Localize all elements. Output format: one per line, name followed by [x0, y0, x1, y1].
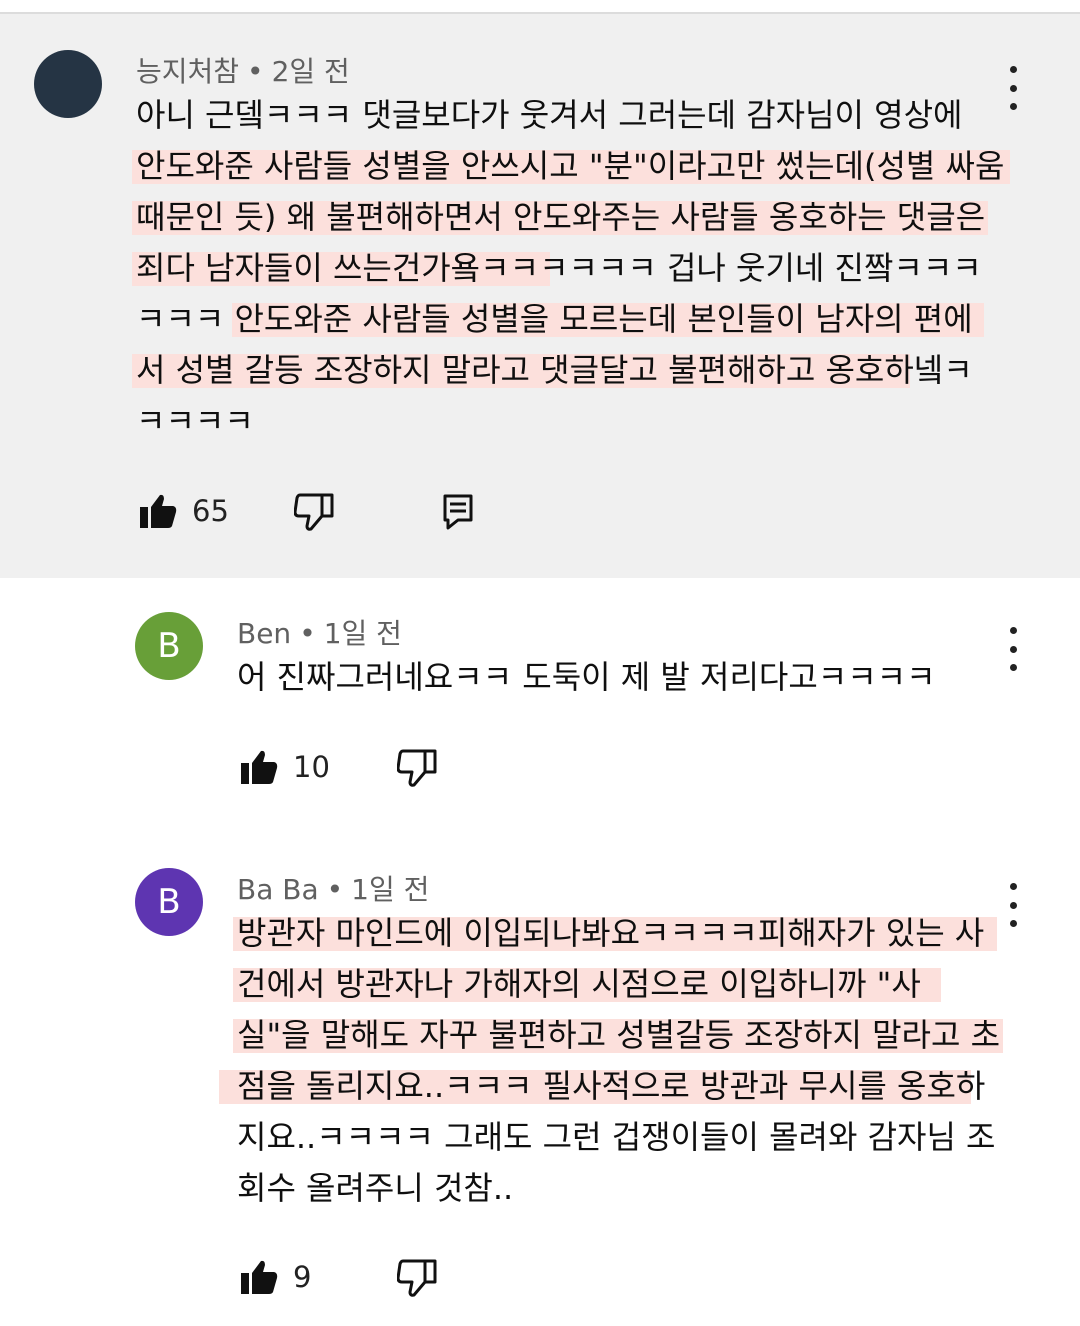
like-count: 65 [192, 494, 229, 528]
comment-line: ㅋㅋㅋㅋ [136, 402, 254, 440]
like-icon[interactable] [239, 1258, 279, 1298]
comment-text: 어 진짜그러네요ㅋㅋ 도둑이 제 발 저리다고ㅋㅋㅋㅋ [237, 652, 936, 703]
dislike-icon[interactable] [397, 1258, 437, 1298]
separator-dot: • [299, 617, 316, 650]
comment-line: 지요..ㅋㅋㅋㅋ 그래도 그런 겁쟁이들이 몰려와 감자님 조 [237, 1118, 996, 1156]
like-icon[interactable] [138, 492, 178, 532]
comment-line: 죄다 남자들이 쓰는건가욬ㅋㅋㅋㅋㅋㅋ 겁나 웃기네 진짴ㅋㅋㅋ [132, 243, 1004, 294]
comment-line: 방관자 마인드에 이입되나봐요ㅋㅋㅋㅋ피해자가 있는 사 [233, 908, 1000, 959]
avatar[interactable]: B [135, 868, 203, 936]
comment-line: ㅋㅋㅋ 안도와준 사람들 성별을 모르는데 본인들이 남자의 편에 [136, 294, 1004, 345]
avatar[interactable] [34, 50, 102, 118]
like-count: 9 [293, 1260, 312, 1294]
comment-line: 안도와준 사람들 성별을 안쓰시고 "분"이라고만 썼는데(성별 싸움 [132, 141, 1010, 192]
author-name[interactable]: Ba Ba [237, 873, 319, 906]
comment-line: 아니 근뎈ㅋㅋㅋ 댓글보다가 웃겨서 그러는데 감자님이 영상에 [136, 96, 963, 134]
like-count: 10 [293, 750, 330, 784]
comment-text: 방관자 마인드에 이입되나봐요ㅋㅋㅋㅋ피해자가 있는 사 건에서 방관자나 가해… [219, 908, 1003, 1214]
author-name[interactable]: Ben [237, 617, 291, 650]
separator-dot: • [247, 55, 264, 88]
comment-line: 회수 올려주니 것참.. [237, 1169, 514, 1207]
timestamp[interactable]: 1일 전 [351, 873, 429, 906]
comment-actions: 9 [237, 1258, 537, 1298]
comment-line: 점을 돌리지요..ㅋㅋㅋ 필사적으로 방관과 무시를 옹호하 [219, 1061, 1000, 1112]
comment-actions: 65 [136, 492, 536, 532]
comment-line: 때문인 듯) 왜 불편해하면서 안도와주는 사람들 옹호하는 댓글은 [132, 192, 1004, 243]
comment-line: 실"을 말해도 자꾸 불편하고 성별갈등 조장하지 말라고 초 [233, 1010, 1003, 1061]
like-icon[interactable] [239, 748, 279, 788]
comment-line: 어 진짜그러네요ㅋㅋ 도둑이 제 발 저리다고ㅋㅋㅋㅋ [237, 658, 936, 696]
author-name[interactable]: 능지처참 [136, 55, 239, 88]
comment-line: 서 성별 갈등 조장하지 말라고 댓글달고 불편해하고 옹호하넼ㅋ [132, 345, 1004, 396]
reply-icon[interactable] [438, 492, 478, 532]
timestamp[interactable]: 1일 전 [324, 617, 402, 650]
comment-line: 건에서 방관자나 가해자의 시점으로 이입하니까 "사 [233, 959, 1000, 1010]
comment-actions: 10 [237, 748, 537, 788]
avatar[interactable]: B [135, 612, 203, 680]
comment-meta: Ba Ba • 1일 전 [237, 868, 429, 908]
comment-meta: Ben • 1일 전 [237, 612, 402, 652]
dislike-icon[interactable] [397, 748, 437, 788]
separator-dot: • [326, 873, 344, 906]
comment-text: 아니 근뎈ㅋㅋㅋ 댓글보다가 웃겨서 그러는데 감자님이 영상에 안도와준 사람… [132, 90, 1010, 447]
timestamp[interactable]: 2일 전 [272, 55, 350, 88]
avatar-letter: B [157, 882, 181, 922]
more-options-icon[interactable] [993, 627, 1033, 671]
avatar-letter: B [157, 626, 181, 666]
comment-meta: 능지처참 • 2일 전 [136, 50, 350, 90]
dislike-icon[interactable] [294, 492, 334, 532]
